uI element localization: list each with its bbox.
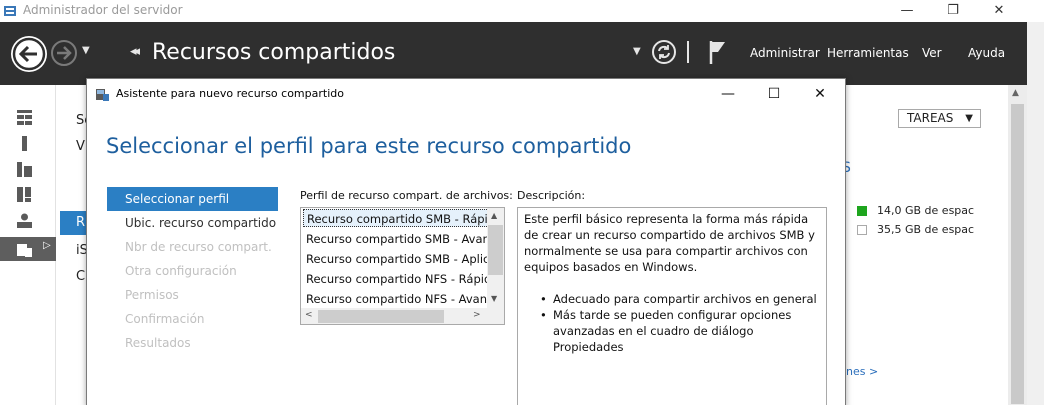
step-otra-configuracion: Otra configuración (125, 264, 237, 278)
expand-arrow-icon[interactable]: ▷ (43, 240, 51, 251)
profile-list-hscroll[interactable]: < > (301, 308, 487, 324)
scrollbar-thumb[interactable] (1011, 104, 1024, 404)
profile-item[interactable]: Recurso compartido SMB - Aplicaciones (306, 250, 504, 268)
left-navigation: ▷ (0, 85, 56, 405)
chevron-down-icon: ▼ (965, 113, 973, 124)
content-scrollbar[interactable]: ▲ (1008, 85, 1027, 405)
toolbar-divider (687, 41, 689, 63)
forward-button[interactable] (51, 40, 77, 66)
description-text: Este perfil básico representa la forma m… (524, 212, 815, 274)
menu-administrar[interactable]: Administrar (750, 46, 820, 60)
breadcrumb-arrows-icon: ◂◂ (130, 44, 140, 59)
forward-arrow-icon (57, 46, 72, 60)
history-dropdown-icon[interactable]: ▼ (82, 45, 90, 56)
wizard-title: Asistente para nuevo recurso compartido (116, 87, 344, 100)
window-titlebar: Administrador del servidor — ❐ ✕ (0, 0, 1044, 22)
step-resultados: Resultados (125, 336, 191, 350)
wizard-steps: Seleccionar perfil Ubic. recurso compart… (107, 187, 278, 355)
step-ubicacion[interactable]: Ubic. recurso compartido (107, 211, 278, 235)
tasks-label: TAREAS (907, 111, 954, 125)
step-seleccionar-perfil[interactable]: Seleccionar perfil (107, 187, 278, 211)
profile-item[interactable]: Recurso compartido NFS - Rápido (306, 270, 504, 288)
more-link[interactable]: nes > (846, 365, 878, 378)
hscroll-thumb[interactable] (318, 310, 444, 323)
scroll-up-icon[interactable]: ▲ (1012, 88, 1019, 98)
description-bullet: Adecuado para compartir archivos en gene… (540, 291, 820, 307)
menu-herramientas[interactable]: Herramientas (827, 46, 909, 60)
close-button[interactable]: ✕ (976, 0, 1022, 22)
wizard-minimize-button[interactable]: — (705, 81, 751, 107)
window-title: Administrador del servidor (23, 3, 183, 17)
scroll-right-icon[interactable]: > (473, 310, 481, 320)
menu-ayuda[interactable]: Ayuda (968, 46, 1005, 60)
used-space-swatch (857, 206, 867, 216)
refresh-icon[interactable] (651, 39, 677, 65)
scroll-corner (487, 308, 504, 324)
selected-share-row[interactable]: R (60, 211, 86, 235)
server-manager-window: Administrador del servidor — ❐ ✕ ▼ ◂◂ Re… (0, 0, 1044, 405)
bg-text-5: C (76, 269, 86, 284)
new-share-wizard: Asistente para nuevo recurso compartido … (86, 78, 846, 405)
bg-text-3: R (76, 215, 86, 230)
menu-ver[interactable]: Ver (922, 46, 942, 60)
scroll-down-icon[interactable]: ▼ (491, 294, 497, 303)
bg-text-2: V (76, 139, 85, 154)
scroll-left-icon[interactable]: < (305, 310, 313, 320)
description-bullet: Más tarde se pueden configurar opciones … (540, 307, 820, 355)
file-services-icon[interactable] (16, 186, 33, 203)
wizard-icon (96, 89, 109, 101)
step-nombre: Nbr de recurso compart. (125, 240, 272, 254)
all-servers-icon[interactable] (16, 161, 33, 178)
storage-icon[interactable] (16, 212, 33, 229)
free-space-swatch (857, 225, 867, 235)
back-arrow-icon (12, 37, 46, 71)
notifications-flag-icon[interactable] (707, 39, 729, 65)
profile-item[interactable]: Recurso compartido NFS - Avanzado (306, 290, 504, 308)
local-server-icon[interactable] (16, 135, 33, 152)
minimize-button[interactable]: — (884, 0, 930, 22)
wizard-close-button[interactable]: ✕ (797, 81, 843, 107)
window-scrollbar[interactable] (1027, 22, 1044, 405)
free-space-label: 35,5 GB de espac (877, 223, 975, 236)
vscroll-thumb[interactable] (488, 225, 503, 275)
server-manager-icon (4, 6, 16, 16)
wizard-maximize-button[interactable]: ☐ (751, 81, 797, 107)
step-permisos: Permisos (125, 288, 179, 302)
used-space-label: 14,0 GB de espac (877, 204, 975, 217)
shares-nav-item[interactable]: ▷ (0, 237, 56, 261)
back-button[interactable] (11, 36, 47, 72)
refresh-dropdown-icon[interactable]: ▼ (633, 46, 641, 57)
step-confirmacion: Confirmación (125, 312, 205, 326)
dashboard-icon[interactable] (16, 109, 33, 126)
profile-list-vscroll[interactable]: ▲ ▼ (487, 208, 504, 308)
command-bar: ▼ ◂◂ Recursos compartidos ▼ Administrar … (0, 22, 1027, 85)
scroll-up-icon[interactable]: ▲ (491, 211, 497, 220)
maximize-button[interactable]: ❐ (930, 0, 976, 22)
tasks-dropdown[interactable]: TAREAS ▼ (898, 109, 981, 128)
description-bullets: Adecuado para compartir archivos en gene… (524, 291, 820, 355)
description-label: Descripción: (517, 189, 586, 202)
profile-list[interactable]: Recurso compartido SMB - Rápido Recurso … (300, 207, 505, 325)
profile-item[interactable]: Recurso compartido SMB - Rápido (303, 209, 489, 227)
page-title: Recursos compartidos (152, 40, 396, 65)
profile-item[interactable]: Recurso compartido SMB - Avanzado (306, 230, 504, 248)
profile-list-label: Perfil de recurso compart. de archivos: (300, 189, 513, 202)
wizard-heading: Seleccionar el perfil para este recurso … (106, 134, 632, 158)
description-box: Este perfil básico representa la forma m… (517, 207, 827, 405)
shares-icon (17, 244, 32, 257)
